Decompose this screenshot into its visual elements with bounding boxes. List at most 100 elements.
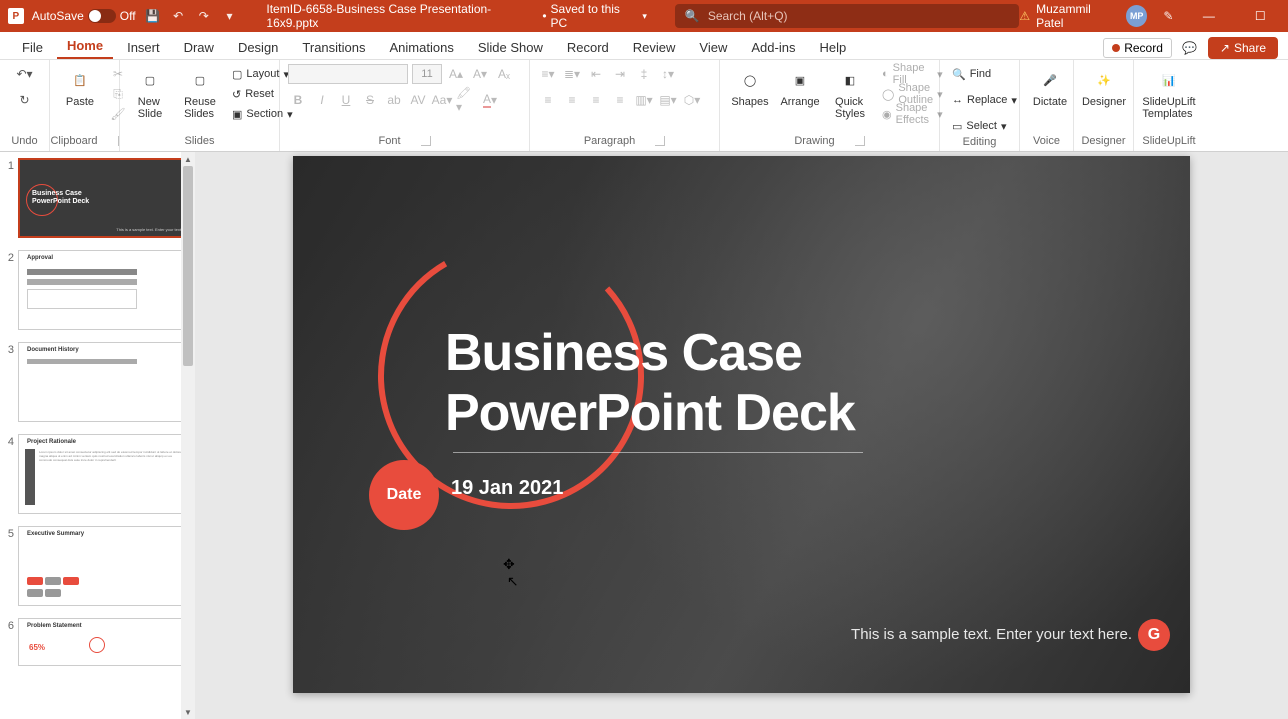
thumb-number: 3	[2, 342, 14, 356]
shadow-icon: ab	[384, 90, 404, 110]
shape-effects-button: ◉ Shape Effects ▾	[878, 104, 947, 124]
paste-button[interactable]: 📋 Paste	[58, 64, 102, 110]
tab-transitions[interactable]: Transitions	[292, 36, 375, 59]
reuse-slides-button[interactable]: ▢ Reuse Slides	[178, 64, 222, 122]
record-button[interactable]: Record	[1103, 38, 1172, 58]
tab-addins[interactable]: Add-ins	[741, 36, 805, 59]
app-icon: P	[8, 8, 24, 24]
scrollbar-handle[interactable]	[183, 166, 193, 366]
tab-draw[interactable]: Draw	[174, 36, 224, 59]
tab-insert[interactable]: Insert	[117, 36, 170, 59]
autosave-state: Off	[120, 9, 136, 23]
title-bar: P AutoSave Off 💾 ↶ ↷ ▾ ItemID-6658-Busin…	[0, 0, 1288, 32]
ribbon: ↶▾ ↻ Undo 📋 Paste ✂ ⎘ 🖌 Clipboard ▢ New …	[0, 60, 1288, 152]
tab-view[interactable]: View	[689, 36, 737, 59]
new-slide-button[interactable]: ▢ New Slide	[128, 64, 172, 122]
thumbnail-4[interactable]: Project Rationale Lorem ipsum dolor sit …	[18, 434, 189, 514]
align-center-icon: ≡	[562, 90, 582, 110]
slideuplift-button[interactable]: 📊SlideUpLift Templates	[1142, 64, 1196, 122]
redo-icon[interactable]: ↷	[195, 7, 213, 25]
bold-icon: B	[288, 90, 308, 110]
search-box[interactable]: 🔍 Search (Alt+Q)	[675, 4, 1019, 28]
g-badge[interactable]: G	[1138, 619, 1170, 651]
group-slideuplift-label: SlideUpLift	[1142, 135, 1196, 149]
font-size-box[interactable]: 11	[412, 64, 442, 84]
justify-icon: ≡	[610, 90, 630, 110]
slide-canvas-area[interactable]: Business CasePowerPoint Deck Date 19 Jan…	[195, 152, 1288, 719]
tab-home[interactable]: Home	[57, 34, 113, 59]
group-paragraph-label: Paragraph	[584, 135, 635, 147]
autosave-toggle[interactable]: AutoSave Off	[32, 9, 136, 23]
thumb-number: 5	[2, 526, 14, 540]
comments-icon[interactable]: 💬	[1180, 38, 1200, 58]
group-clipboard-label: Clipboard	[50, 135, 97, 147]
designer-icon: ✨	[1090, 66, 1118, 94]
italic-icon: I	[312, 90, 332, 110]
avatar: MP	[1126, 5, 1148, 27]
group-designer-label: Designer	[1082, 135, 1125, 149]
tab-record[interactable]: Record	[557, 36, 619, 59]
thumbnail-5[interactable]: Executive Summary	[18, 526, 189, 606]
tab-design[interactable]: Design	[228, 36, 288, 59]
dictate-icon: 🎤	[1036, 66, 1064, 94]
undo-button[interactable]: ↶▾	[15, 64, 35, 84]
document-title[interactable]: ItemID-6658-Business Case Presentation-1…	[266, 2, 646, 30]
shapes-button[interactable]: ◯Shapes	[728, 64, 772, 110]
arrange-button[interactable]: ▣Arrange	[778, 64, 822, 110]
strike-icon: S	[360, 90, 380, 110]
dictate-button[interactable]: 🎤Dictate	[1028, 64, 1072, 110]
thumbnail-6[interactable]: Problem Statement 65%	[18, 618, 189, 666]
new-slide-icon: ▢	[136, 66, 164, 94]
clipboard-launcher[interactable]	[118, 136, 119, 146]
columns-icon: ▥▾	[634, 90, 654, 110]
tab-slideshow[interactable]: Slide Show	[468, 36, 553, 59]
scroll-down-icon[interactable]: ▼	[181, 705, 195, 719]
select-button[interactable]: ▭ Select ▾	[948, 116, 1011, 136]
indent-inc-icon: ⇥	[610, 64, 630, 84]
scroll-up-icon[interactable]: ▲	[181, 152, 195, 166]
font-launcher[interactable]	[421, 136, 431, 146]
footer-text[interactable]: This is a sample text. Enter your text h…	[851, 626, 1132, 643]
case-icon: Aa▾	[432, 90, 452, 110]
thumbnail-2[interactable]: Approval	[18, 250, 189, 330]
slide[interactable]: Business CasePowerPoint Deck Date 19 Jan…	[293, 156, 1190, 693]
doc-name: ItemID-6658-Business Case Presentation-1…	[266, 2, 538, 30]
tab-help[interactable]: Help	[809, 36, 856, 59]
pen-icon[interactable]: ✎	[1159, 7, 1177, 25]
align-left-icon: ≡	[538, 90, 558, 110]
find-button[interactable]: 🔍 Find	[948, 64, 995, 84]
designer-button[interactable]: ✨Designer	[1082, 64, 1126, 110]
slide-title[interactable]: Business CasePowerPoint Deck	[445, 324, 855, 444]
qat-more-icon[interactable]: ▾	[221, 7, 239, 25]
workspace: 1 Business Case PowerPoint Deck This is …	[0, 152, 1288, 719]
slide-thumbnails-panel: 1 Business Case PowerPoint Deck This is …	[0, 152, 195, 719]
undo-icon[interactable]: ↶	[169, 7, 187, 25]
tab-review[interactable]: Review	[623, 36, 686, 59]
font-name-box[interactable]	[288, 64, 408, 84]
drawing-launcher[interactable]	[855, 136, 865, 146]
redo-button[interactable]: ↻	[15, 90, 35, 110]
smartart-icon: ⬡▾	[682, 90, 702, 110]
tab-file[interactable]: File	[12, 36, 53, 59]
thumbnail-3[interactable]: Document History	[18, 342, 189, 422]
toggle-switch[interactable]	[88, 9, 116, 23]
user-account[interactable]: ⚠ Muzammil Patel MP	[1019, 2, 1147, 30]
date-value[interactable]: 19 Jan 2021	[451, 477, 563, 500]
shape-outline-button: ◯ Shape Outline ▾	[878, 84, 947, 104]
thumbnail-1[interactable]: Business Case PowerPoint Deck This is a …	[18, 158, 189, 238]
user-name: Muzammil Patel	[1036, 2, 1120, 30]
paragraph-launcher[interactable]	[655, 136, 665, 146]
save-icon[interactable]: 💾	[144, 7, 162, 25]
text-direction-icon: ↕▾	[658, 64, 678, 84]
replace-button[interactable]: ↔ Replace ▾	[948, 90, 1021, 110]
date-badge[interactable]: Date	[369, 460, 439, 530]
maximize-button[interactable]: ☐	[1241, 0, 1280, 32]
shapes-icon: ◯	[736, 66, 764, 94]
tab-animations[interactable]: Animations	[380, 36, 464, 59]
copy-icon: ⎘	[108, 84, 128, 104]
share-button[interactable]: ↗Share	[1208, 37, 1278, 59]
thumbnails-scrollbar[interactable]: ▲ ▼	[181, 152, 195, 719]
minimize-button[interactable]: —	[1189, 0, 1228, 32]
group-font-label: Font	[378, 135, 400, 147]
arrange-icon: ▣	[786, 66, 814, 94]
